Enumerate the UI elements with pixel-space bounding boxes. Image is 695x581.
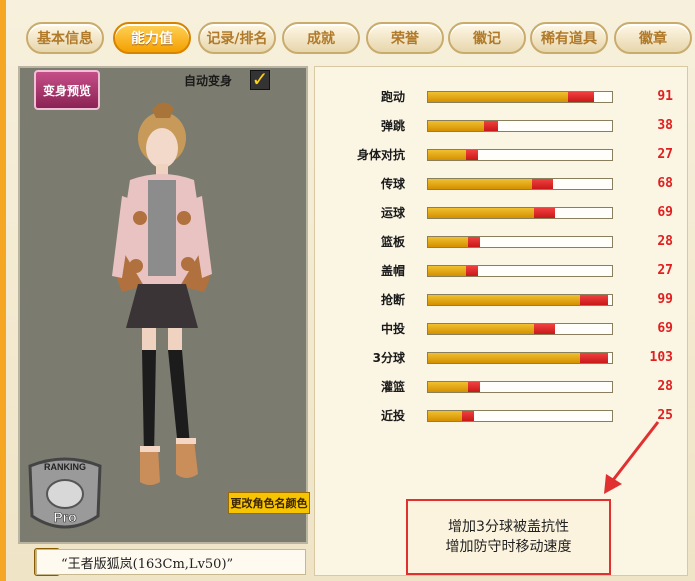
tab-bar: 基本信息 能力值 记录/排名 成就 荣誉 徽记 稀有道具 徽章 [26, 22, 695, 56]
tab-rare-items[interactable]: 稀有道具 [530, 22, 608, 54]
stat-value: 68 [657, 176, 673, 191]
stat-row-midrange: 中投 69 [315, 318, 689, 340]
character-panel: 变身预览 自动变身 ✓ RANKING Pro 更改角色名颜色 [18, 66, 310, 544]
stat-label: 中投 [380, 322, 405, 336]
tab-achievements[interactable]: 成就 [282, 22, 360, 54]
stat-bar [427, 178, 613, 190]
ranking-pro-badge: RANKING Pro [28, 457, 102, 529]
stat-value: 69 [657, 205, 673, 220]
stat-row-three-point: 3分球 103 [315, 347, 689, 369]
annotation-arrow-icon [604, 421, 660, 494]
tab-basic-info[interactable]: 基本信息 [26, 22, 104, 54]
stat-row-dunk: 灌篮 28 [315, 376, 689, 398]
ranking-badge-sub: Pro [53, 509, 76, 525]
stat-value: 103 [649, 350, 673, 365]
stat-label: 弹跳 [380, 119, 405, 133]
stats-window: 基本信息 能力值 记录/排名 成就 荣誉 徽记 稀有道具 徽章 变身预览 自动变… [0, 0, 695, 581]
tab-abilities[interactable]: 能力值 [113, 22, 191, 54]
stat-value: 38 [657, 118, 673, 133]
tab-honors[interactable]: 荣誉 [366, 22, 444, 54]
auto-morph-checkbox[interactable]: ✓ [250, 69, 270, 90]
stat-label: 盖帽 [380, 264, 405, 278]
stat-label: 近投 [380, 409, 405, 423]
stat-bar [427, 91, 613, 103]
stat-value: 28 [657, 379, 673, 394]
tab-insignia[interactable]: 徽记 [448, 22, 526, 54]
character-name: “王者版狐岚(163Cm,Lv50)” [36, 549, 306, 575]
character-avatar [112, 102, 212, 485]
stat-bar [427, 149, 613, 161]
stat-label: 篮板 [380, 235, 405, 249]
effect-description-box: 增加3分球被盖抗性 增加防守时移动速度 [406, 499, 611, 575]
stat-row-block: 盖帽 27 [315, 260, 689, 282]
ranking-badge-text: RANKING [44, 462, 86, 472]
stat-label: 运球 [380, 206, 405, 220]
stat-value: 91 [657, 89, 673, 104]
stat-bar [427, 410, 613, 422]
stat-row-dribble: 运球 69 [315, 202, 689, 224]
change-name-color-button[interactable]: 更改角色名颜色 [228, 492, 310, 514]
stat-label: 灌篮 [380, 380, 405, 394]
stat-bar [427, 236, 613, 248]
stat-label: 3分球 [372, 351, 405, 365]
stat-row-body: 身体对抗 27 [315, 144, 689, 166]
effect-line-1: 增加3分球被盖抗性 [448, 519, 569, 535]
stat-label: 跑动 [380, 90, 405, 104]
stat-row-rebound: 篮板 28 [315, 231, 689, 253]
stat-value: 27 [657, 147, 673, 162]
stat-row-pass: 传球 68 [315, 173, 689, 195]
stat-bar [427, 207, 613, 219]
stat-bar [427, 352, 613, 364]
stat-value: 28 [657, 234, 673, 249]
stat-label: 身体对抗 [356, 148, 405, 162]
stat-value: 27 [657, 263, 673, 278]
stat-bar [427, 120, 613, 132]
stat-value: 99 [657, 292, 673, 307]
stat-row-jump: 弹跳 38 [315, 115, 689, 137]
stat-bar [427, 265, 613, 277]
stat-label: 抢断 [380, 293, 405, 307]
stat-bar [427, 323, 613, 335]
tab-records-ranking[interactable]: 记录/排名 [198, 22, 276, 54]
stat-bar [427, 381, 613, 393]
stat-label: 传球 [380, 177, 405, 191]
tab-badges[interactable]: 徽章 [614, 22, 692, 54]
effect-line-2: 增加防守时移动速度 [445, 539, 572, 555]
stat-bar [427, 294, 613, 306]
stat-row-steal: 抢断 99 [315, 289, 689, 311]
morph-preview-button[interactable]: 变身预览 [34, 70, 100, 110]
stat-value: 69 [657, 321, 673, 336]
auto-morph-label: 自动变身 [184, 74, 233, 88]
stat-row-run: 跑动 91 [315, 86, 689, 108]
